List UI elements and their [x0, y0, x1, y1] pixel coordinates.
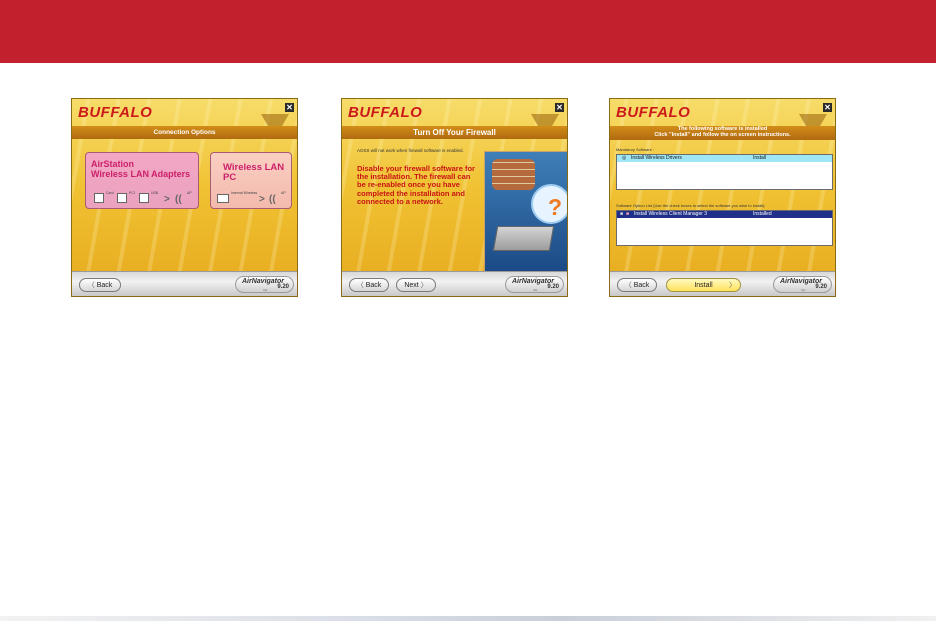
speech-bubble-icon: ? [531, 184, 567, 224]
usb-adapter-icon [139, 193, 149, 203]
airnavigator-badge: AirNavigator Ver 9.20 [235, 276, 294, 293]
laptop-icon [217, 194, 229, 203]
device-label-pci: PCI [129, 191, 135, 195]
card-title-line2: Wireless LAN Adapters [91, 169, 191, 179]
window-title: Connection Options [153, 129, 216, 136]
radio-icon: ◎ [622, 155, 627, 161]
back-button[interactable]: 〈 Back [349, 278, 389, 292]
firewall-warning: Disable your firewall software for the i… [357, 164, 475, 206]
flag-icon: ■ [626, 211, 630, 217]
window-title: Turn Off Your Firewall [413, 128, 496, 137]
ap-label: AP [187, 191, 192, 195]
header-line2: Click "Install" and follow the on screen… [654, 132, 791, 138]
device-label-internal: Internal Wireless [231, 191, 258, 195]
chevron-right-icon: > [164, 194, 170, 205]
chevron-left-icon: 〈 [87, 282, 95, 289]
list-item[interactable]: ◎ Install Wireless Drivers Install [617, 155, 832, 162]
card-title: Wireless LAN PC [223, 162, 285, 183]
close-icon[interactable]: ✕ [285, 103, 294, 112]
bottom-bar: 〈 Back AirNavigator Ver 9.20 [72, 271, 297, 296]
chevron-left-icon: 〈 [624, 282, 632, 289]
mandatory-software-list: ◎ Install Wireless Drivers Install [616, 154, 833, 190]
bottom-bar: 〈 Back Install 〉 AirNavigator Ver 9.20 [610, 271, 835, 296]
list-item[interactable]: ■ ■ Install Wireless Client Manager 3 In… [617, 211, 832, 218]
software-option-label: Software Option List (Use the check boxe… [616, 203, 766, 208]
checkbox-icon[interactable]: ■ [620, 211, 623, 218]
header-bar [0, 0, 936, 63]
install-button[interactable]: Install 〉 [666, 278, 741, 292]
back-button[interactable]: 〈 Back [79, 278, 121, 292]
chevron-right-icon: 〉 [420, 282, 428, 289]
bottom-bar: 〈 Back Next 〉 AirNavigator Ver 9.20 [342, 271, 567, 296]
airnavigator-badge: AirNavigator Ver 9.20 [505, 276, 564, 293]
connection-options-window: BUFFALO ✕ Connection Options AirStation … [71, 98, 298, 297]
software-option-list: ■ ■ Install Wireless Client Manager 3 In… [616, 210, 833, 246]
device-label-usb: USB [151, 191, 159, 195]
wireless-lan-pc-option[interactable]: Wireless LAN PC Internal Wireless > (( A… [210, 152, 292, 209]
close-icon[interactable]: ✕ [823, 103, 832, 112]
firewall-illustration: ? [484, 151, 567, 273]
device-label-card: Card [106, 191, 114, 195]
brick-wall-icon [492, 159, 535, 190]
chevron-left-icon: 〈 [356, 282, 364, 289]
buffalo-logo: BUFFALO [348, 104, 423, 121]
airnavigator-badge: AirNavigator Ver 9.20 [773, 276, 832, 293]
card-adapter-icon [94, 193, 104, 203]
back-button[interactable]: 〈 Back [617, 278, 657, 292]
laptop-icon [492, 226, 555, 251]
install-window: BUFFALO ✕ The following software is inst… [609, 98, 836, 297]
wireless-signal-icon: (( [175, 194, 182, 205]
aoss-note: AOSS will not work when firewall softwar… [357, 148, 464, 153]
chevron-right-icon: 〉 [729, 282, 736, 289]
question-mark-icon: ? [548, 194, 563, 220]
chevron-right-icon: > [259, 194, 265, 205]
footer-gradient-bar [0, 616, 936, 621]
close-icon[interactable]: ✕ [555, 103, 564, 112]
wireless-signal-icon: (( [269, 194, 276, 205]
card-title-line1: AirStation [91, 159, 135, 169]
ap-label: AP [281, 191, 286, 195]
pci-adapter-icon [117, 193, 127, 203]
mandatory-software-label: Mandatory Software : [616, 147, 655, 152]
next-button[interactable]: Next 〉 [396, 278, 436, 292]
airstation-adapters-option[interactable]: AirStation Wireless LAN Adapters Card PC… [85, 152, 199, 209]
firewall-window: BUFFALO ✕ Turn Off Your Firewall AOSS wi… [341, 98, 568, 297]
buffalo-logo: BUFFALO [78, 104, 153, 121]
buffalo-logo: BUFFALO [616, 104, 691, 121]
